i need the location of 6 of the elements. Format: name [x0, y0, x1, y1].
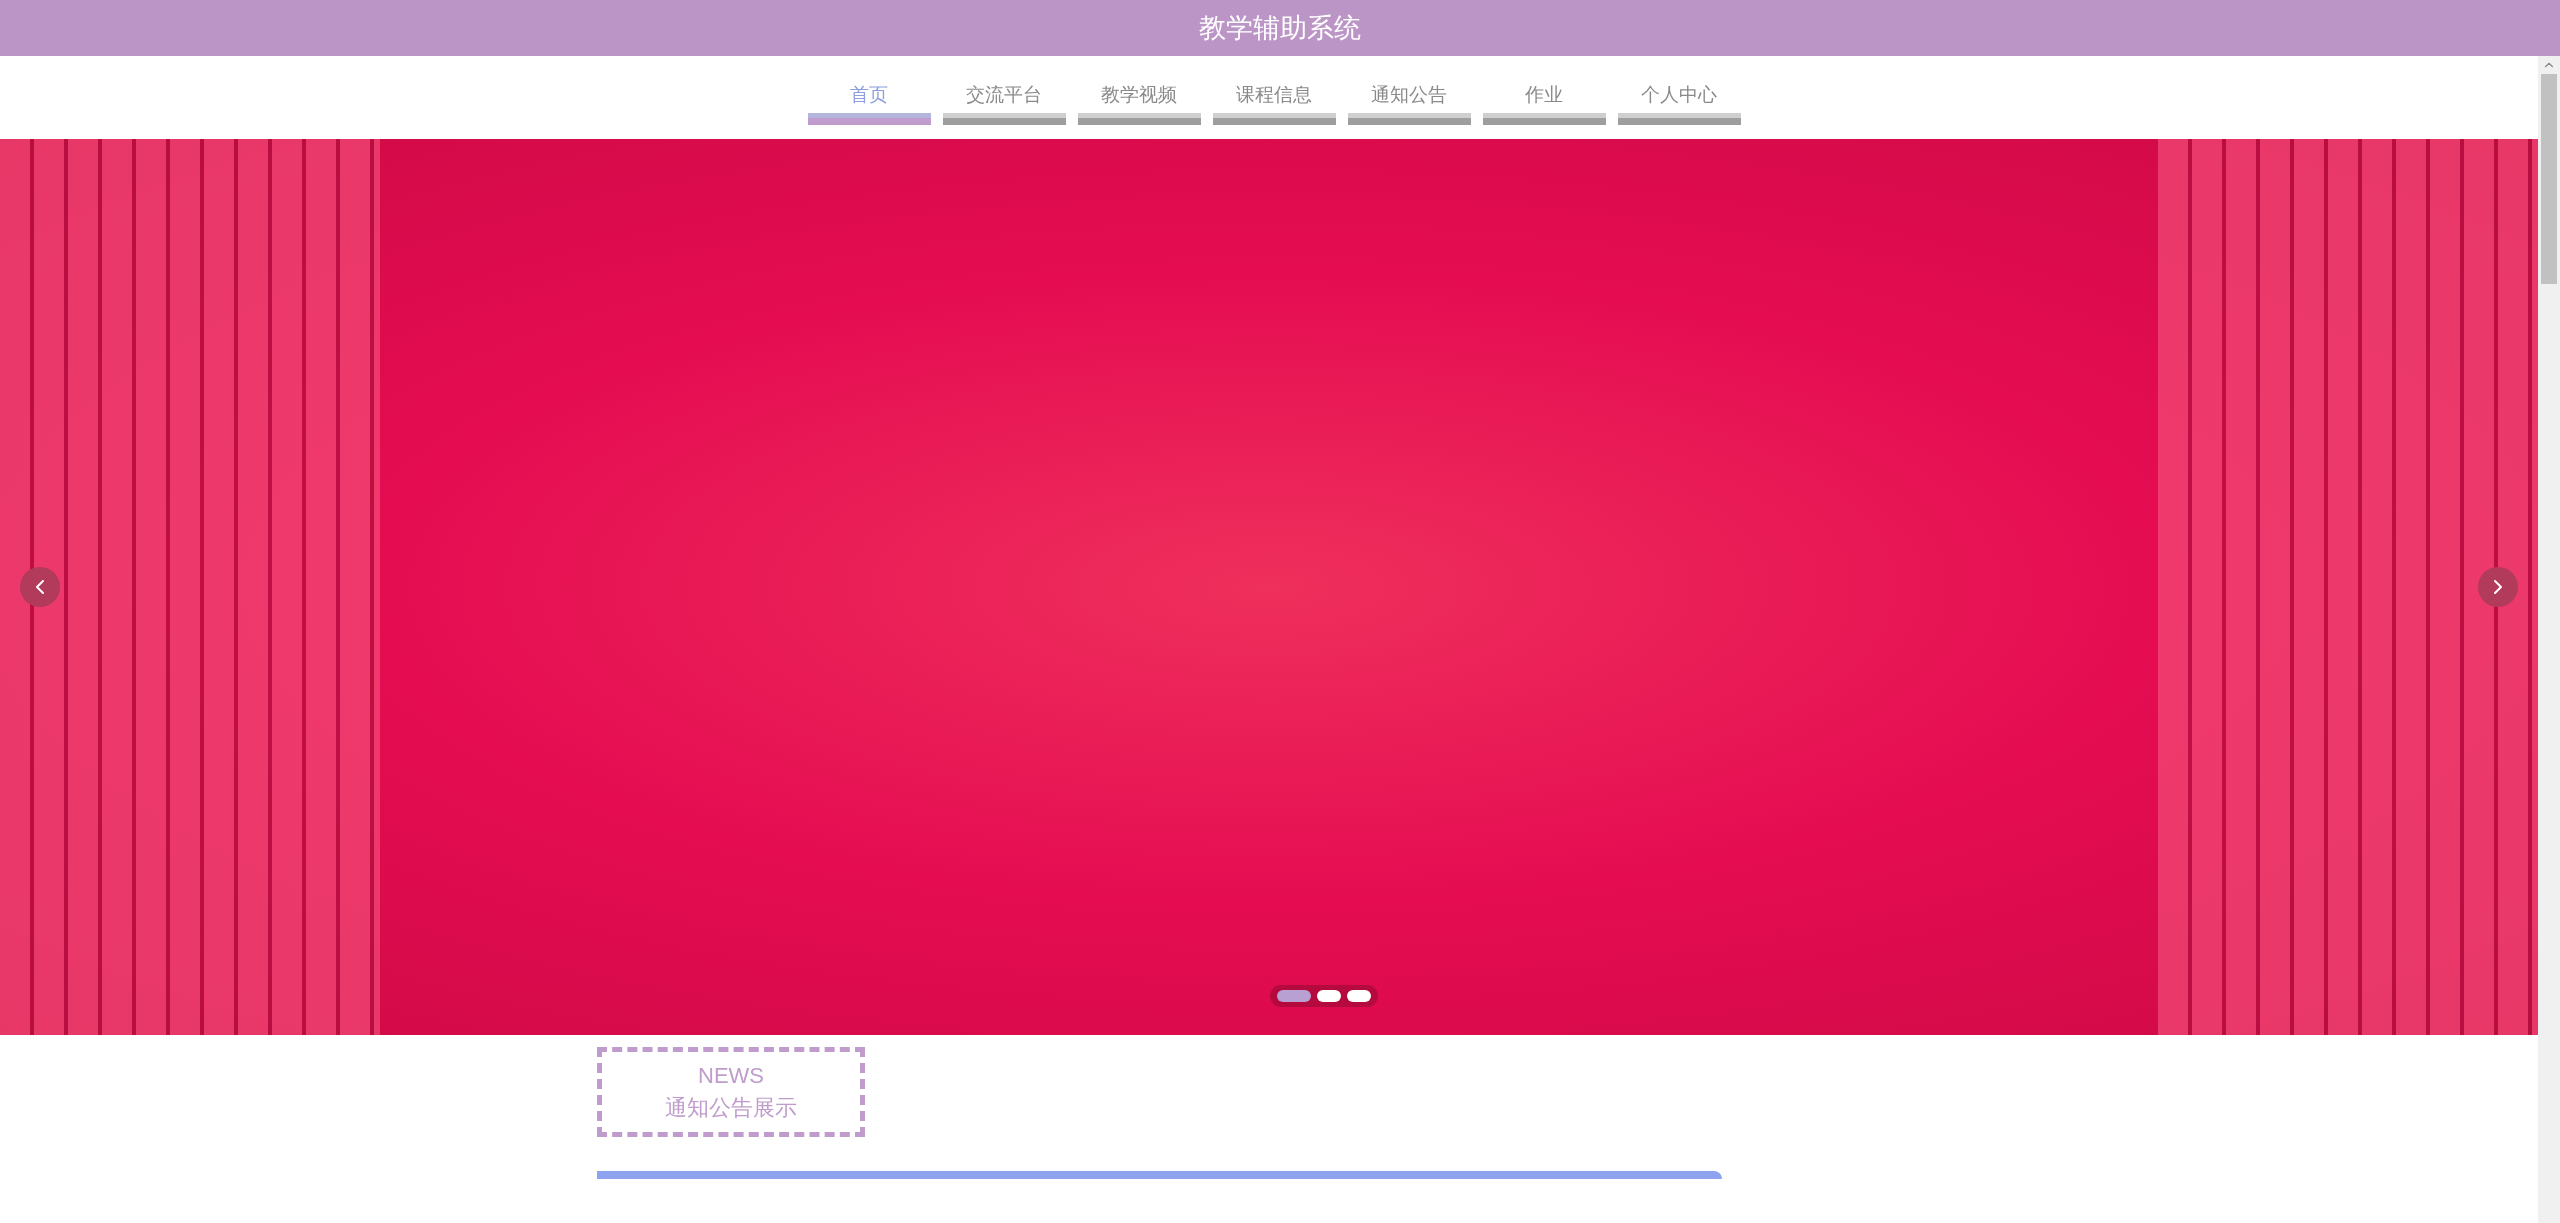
news-title: 通知公告展示	[665, 1094, 797, 1122]
previous-slide-button[interactable]	[20, 567, 60, 607]
scrollbar-thumb[interactable]	[2541, 74, 2557, 284]
next-slide-button[interactable]	[2478, 567, 2518, 607]
site-title: 教学辅助系统	[1199, 11, 1361, 45]
news-label: NEWS	[698, 1062, 764, 1090]
